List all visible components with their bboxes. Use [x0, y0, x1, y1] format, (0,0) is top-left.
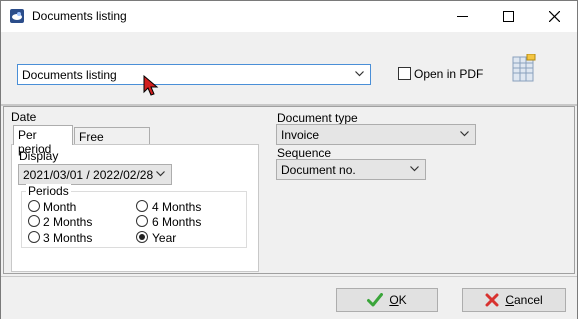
radio-2-months-label: 2 Months [43, 215, 93, 229]
radio-4-months[interactable] [136, 200, 148, 212]
radio-4-months-label: 4 Months [152, 200, 202, 214]
sequence-label: Sequence [277, 146, 332, 160]
ok-button-label: OK [389, 293, 407, 307]
sequence-value: Document no. [281, 163, 356, 177]
display-select[interactable]: 2021/03/01 / 2022/02/28 [18, 164, 172, 185]
app-icon [10, 9, 24, 23]
chevron-down-icon [156, 171, 165, 177]
mouse-cursor-icon [143, 75, 159, 96]
radio-2-months[interactable] [28, 215, 40, 227]
chevron-down-icon [410, 166, 419, 172]
cancel-button[interactable]: Cancel [462, 288, 566, 312]
sequence-select[interactable]: Document no. [276, 159, 426, 180]
radio-month-label: Month [43, 200, 77, 214]
periods-label: Periods [26, 184, 71, 198]
spreadsheet-icon[interactable] [511, 54, 537, 82]
radio-year-label: Year [152, 231, 177, 245]
report-toolbar: Documents listing Open in PDF [1, 32, 577, 106]
report-select[interactable]: Documents listing [17, 64, 371, 85]
close-button[interactable] [531, 1, 577, 32]
maximize-button[interactable] [485, 1, 531, 32]
tab-per-period[interactable]: Per period [13, 125, 73, 156]
window-title: Documents listing [32, 9, 127, 23]
radio-6-months[interactable] [136, 215, 148, 227]
radio-3-months[interactable] [28, 231, 40, 243]
radio-3-months-label: 3 Months [43, 231, 93, 245]
display-select-value: 2021/03/01 / 2022/02/28 [23, 168, 154, 182]
minimize-button[interactable] [439, 1, 485, 32]
title-bar[interactable]: Documents listing [1, 1, 577, 32]
report-select-value: Documents listing [22, 68, 117, 82]
date-label: Date [11, 110, 37, 124]
radio-month[interactable] [28, 200, 40, 212]
document-type-value: Invoice [281, 128, 320, 142]
document-type-label: Document type [277, 111, 358, 125]
cancel-x-icon [485, 293, 499, 307]
maximize-icon [502, 11, 514, 22]
checkmark-icon [367, 293, 384, 307]
chevron-down-icon [460, 131, 469, 137]
dialog-window: Documents listing Documents listing Open… [0, 0, 578, 319]
radio-year[interactable] [136, 231, 148, 243]
tab-per-period-label: Per period [18, 128, 52, 156]
open-in-pdf-checkbox[interactable] [398, 67, 411, 80]
document-type-select[interactable]: Invoice [276, 124, 476, 145]
open-in-pdf-label: Open in PDF [414, 67, 484, 81]
minimize-icon [456, 16, 468, 17]
close-icon [548, 11, 560, 22]
tab-free-selection[interactable]: Free selection [74, 127, 150, 158]
cancel-button-label: Cancel [505, 293, 543, 307]
ok-button[interactable]: OK [336, 288, 438, 312]
chevron-down-icon [355, 71, 364, 77]
radio-6-months-label: 6 Months [152, 215, 202, 229]
